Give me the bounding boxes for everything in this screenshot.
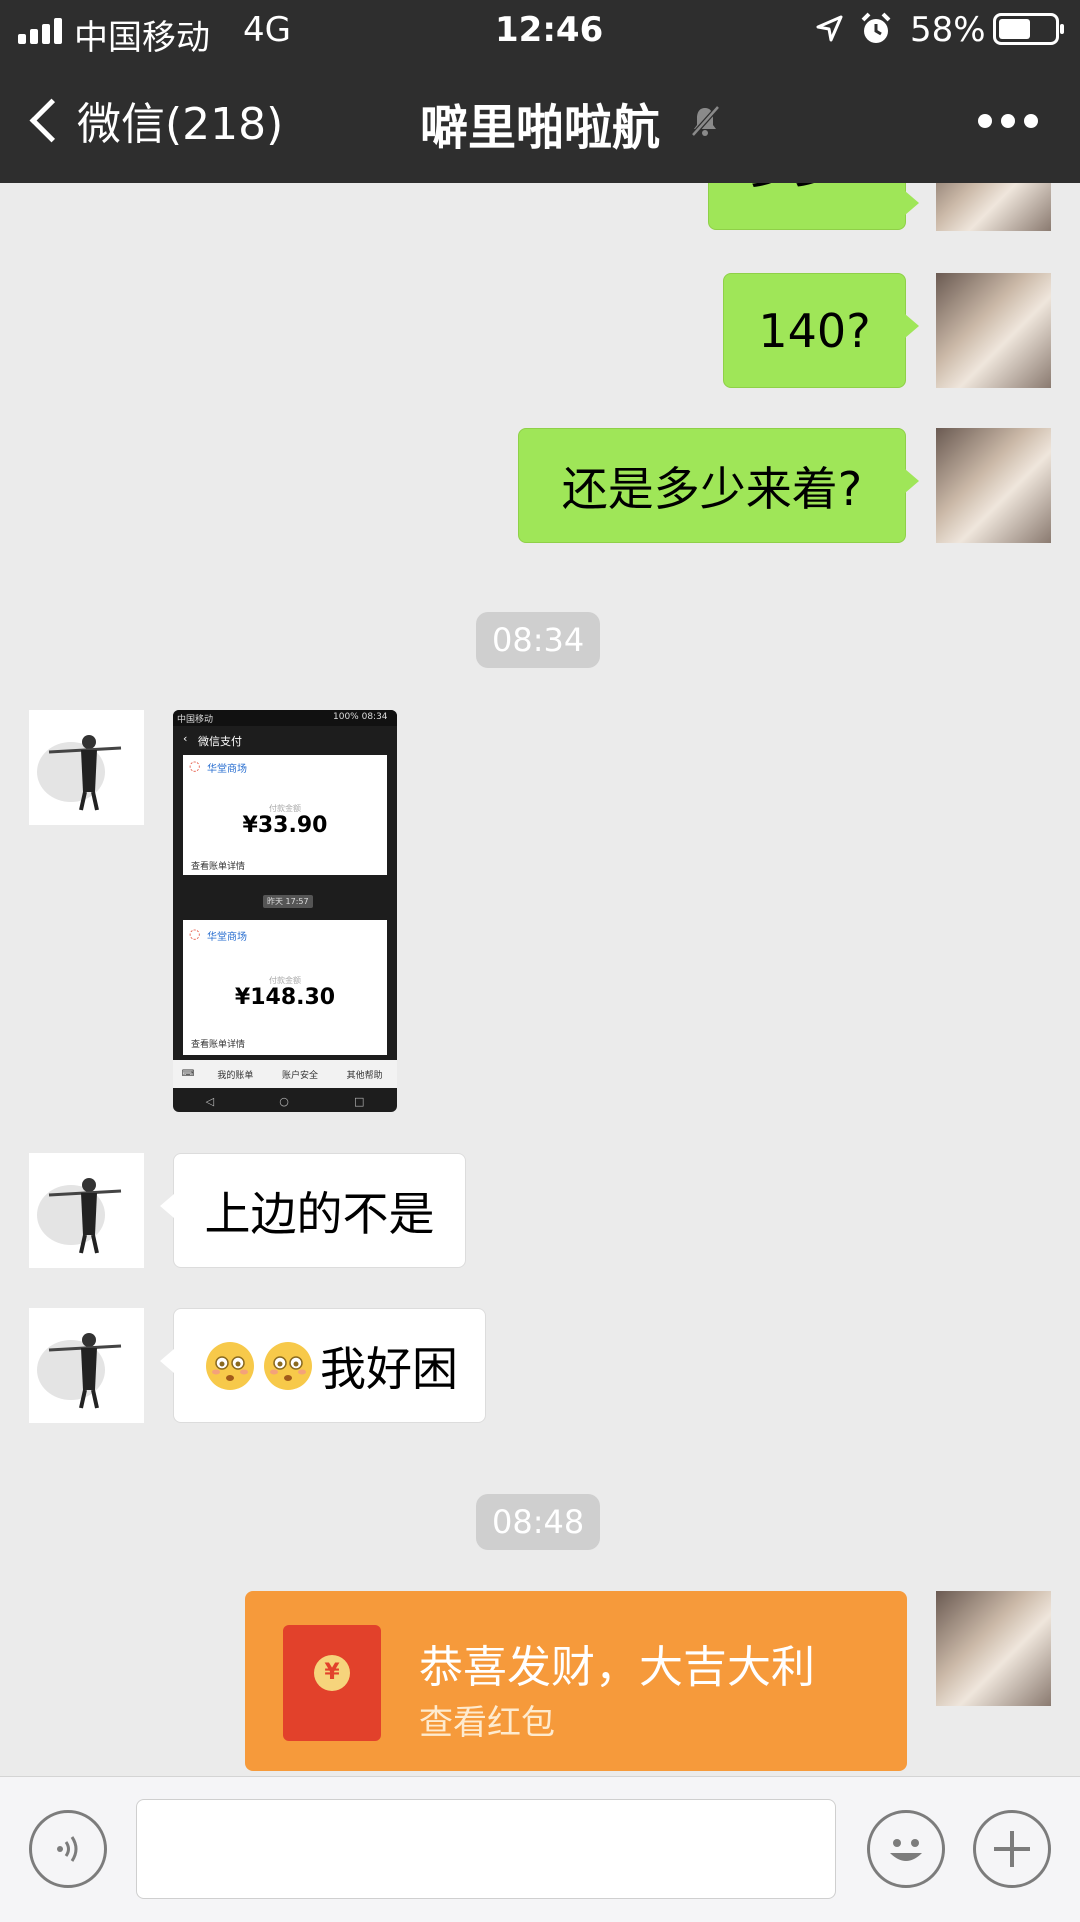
emoji-button[interactable]	[867, 1810, 945, 1888]
thumb-status-right: 100% 08:34	[333, 712, 388, 722]
smiley-icon	[890, 1839, 922, 1861]
message-text: 140?	[758, 303, 871, 358]
sleepy-face-icon	[264, 1341, 312, 1390]
red-envelope-icon: ¥	[283, 1625, 381, 1741]
more-options-button[interactable]	[978, 114, 1038, 128]
thumb-date: 昨天 17:57	[263, 895, 313, 908]
message-text: 上边的不是	[204, 1186, 435, 1241]
message-bubble-other[interactable]: 上边的不是	[160, 1153, 466, 1268]
voice-icon	[57, 1836, 78, 1862]
payment-amount: ¥148.30	[234, 985, 336, 1010]
red-packet-card[interactable]: ¥ 恭喜发财，大吉大利 查看红包	[245, 1591, 907, 1771]
payment-card: ◌ 华堂商场 付款金额 ¥148.30 查看账单详情	[183, 920, 387, 1055]
network-label: 4G	[243, 10, 291, 50]
mute-bell-icon	[691, 105, 720, 137]
message-text: 还是多少来着?	[561, 461, 863, 516]
message-bubble-other[interactable]: 我好困	[160, 1308, 486, 1423]
input-bar	[0, 1776, 1080, 1922]
clock: 12:46	[495, 10, 604, 50]
red-packet-title: 恭喜发财，大吉大利	[419, 1642, 815, 1693]
more-functions-button[interactable]	[973, 1810, 1051, 1888]
my-avatar[interactable]	[936, 428, 1051, 543]
alarm-icon	[861, 12, 891, 43]
top-bar: 中国移动 4G 12:46 58% 微信(218) 噼里啪啦航	[0, 0, 1080, 183]
message-text: 我好困	[320, 1341, 458, 1396]
contact-avatar[interactable]	[29, 1308, 144, 1423]
payment-card: ◌ 华堂商场 付款金额 ¥33.90 查看账单详情	[183, 755, 387, 875]
payment-amount: ¥33.90	[242, 813, 328, 838]
thumb-status: 中国移动	[177, 715, 214, 725]
my-avatar[interactable]	[936, 273, 1051, 388]
message-input[interactable]	[136, 1799, 836, 1899]
signal-icon	[18, 16, 62, 44]
payment-screenshot-image[interactable]: 中国移动 100% 08:34 ‹ 微信支付 ◌ 华堂商场 付款金额 ¥33.9…	[173, 710, 397, 1112]
message-bubble-me[interactable]: 还是多少来着?	[518, 428, 919, 543]
timestamp: 08:48	[476, 1494, 601, 1550]
timestamp: 08:34	[476, 612, 601, 668]
message-bubble-me[interactable]: 140?	[723, 273, 919, 388]
battery-icon	[993, 13, 1064, 45]
carrier-label: 中国移动	[74, 18, 210, 58]
battery-percent: 58%	[910, 10, 986, 50]
voice-button[interactable]	[29, 1810, 107, 1888]
contact-avatar[interactable]	[29, 710, 144, 825]
contact-avatar[interactable]	[29, 1153, 144, 1268]
red-packet-subtitle: 查看红包	[419, 1703, 555, 1743]
my-avatar[interactable]	[936, 1591, 1051, 1706]
sleepy-face-icon	[206, 1341, 254, 1390]
plus-icon	[994, 1831, 1030, 1867]
chat-title: 噼里啪啦航	[419, 100, 660, 156]
thumb-title: 微信支付	[198, 735, 242, 748]
location-icon	[816, 15, 843, 42]
